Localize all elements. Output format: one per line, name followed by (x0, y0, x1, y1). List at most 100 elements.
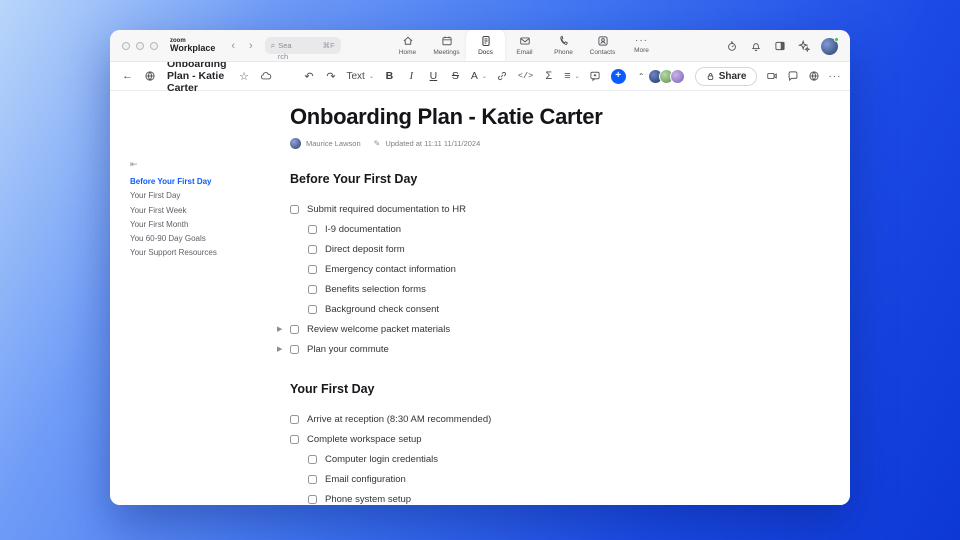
side-panel-icon[interactable] (773, 37, 786, 55)
checkbox[interactable] (290, 344, 299, 354)
checkbox[interactable] (308, 284, 317, 294)
checklist-item-label: Emergency contact information (325, 263, 456, 275)
outline-item[interactable]: Your First Week (130, 206, 280, 216)
more-options-icon[interactable]: ··· (828, 67, 841, 85)
checklist-item[interactable]: ▶ Plan your commute (277, 339, 770, 359)
doc-workspace-icon[interactable] (143, 67, 156, 85)
document-title: Onboarding Plan - Katie Carter (167, 58, 227, 94)
checkbox[interactable] (308, 454, 317, 464)
link-icon[interactable] (496, 67, 509, 85)
checkbox[interactable] (308, 244, 317, 254)
checklist-item[interactable]: Phone system setup (308, 489, 770, 505)
strikethrough-button[interactable]: S (449, 67, 462, 85)
collapse-toolbar-icon[interactable]: ⌃ (635, 67, 648, 85)
zoom-workplace-logo: zoom Workplace (170, 38, 216, 53)
tab-email[interactable]: Email (505, 30, 544, 61)
search-input[interactable]: ⌕ Sea ⌘F rch (264, 37, 341, 61)
cloud-sync-icon (260, 67, 273, 85)
checkbox[interactable] (290, 414, 299, 424)
checklist-item[interactable]: Submit required documentation to HR (290, 199, 770, 219)
ai-insert-button[interactable]: + (610, 68, 626, 84)
text-color-dropdown[interactable]: A ⌄ (471, 67, 487, 85)
expand-triangle-icon[interactable]: ▶ (277, 345, 282, 353)
checkbox[interactable] (290, 324, 299, 334)
publish-web-icon[interactable] (807, 67, 820, 85)
checkbox[interactable] (290, 434, 299, 444)
back-nav-button[interactable]: ‹ (231, 40, 235, 52)
collaborator-avatar[interactable] (669, 68, 685, 84)
window-controls[interactable] (122, 41, 158, 50)
outline-item[interactable]: Before Your First Day (130, 177, 280, 187)
back-to-docs-button[interactable]: ← (121, 67, 134, 85)
code-block-icon[interactable]: </> (518, 67, 533, 85)
checkbox[interactable] (308, 264, 317, 274)
checkbox[interactable] (308, 224, 317, 234)
checklist-item[interactable]: Email configuration (308, 469, 770, 489)
author-avatar (290, 138, 301, 149)
checklist-item[interactable]: Benefits selection forms (308, 279, 770, 299)
tab-phone[interactable]: Phone (544, 30, 583, 61)
outline-item[interactable]: Your First Month (130, 220, 280, 230)
more-icon: ··· (635, 34, 648, 46)
presence-status-dot (834, 36, 839, 42)
checklist-item[interactable]: Background check consent (308, 299, 770, 319)
history-icon[interactable] (725, 37, 738, 55)
search-icon: ⌕ (270, 40, 276, 50)
tab-more[interactable]: ··· More (622, 30, 661, 61)
alignment-dropdown[interactable]: ≡ ⌄ (564, 67, 579, 85)
tab-contacts[interactable]: Contacts (583, 30, 622, 61)
chat-icon[interactable] (786, 67, 799, 85)
checklist-item-label: Direct deposit form (325, 243, 405, 255)
outline-item[interactable]: You 60-90 Day Goals (130, 234, 280, 244)
tab-docs[interactable]: Docs (466, 30, 505, 61)
checkbox[interactable] (308, 304, 317, 314)
collaborator-avatars[interactable] (647, 68, 685, 84)
section-heading: Your First Day (290, 382, 375, 396)
checklist-item[interactable]: Complete workspace setup (290, 429, 770, 449)
checklist-item[interactable]: Arrive at reception (8:30 AM recommended… (290, 409, 770, 429)
video-call-icon[interactable] (765, 67, 778, 85)
section-heading: Before Your First Day (290, 172, 418, 186)
outline-item[interactable]: Your First Day (130, 191, 280, 201)
share-button[interactable]: Share (694, 66, 758, 86)
email-icon (519, 36, 530, 45)
checklist-item[interactable]: ▶ Review welcome packet materials (277, 319, 770, 339)
italic-button[interactable]: I (405, 67, 418, 85)
maximize-window-button[interactable] (150, 41, 158, 50)
checklist-item-label: Computer login credentials (325, 453, 439, 465)
search-placeholder: Sea (278, 41, 292, 50)
checklist-item[interactable]: Direct deposit form (308, 239, 770, 259)
checkbox[interactable] (290, 204, 299, 214)
docs-icon (481, 35, 490, 46)
tab-home[interactable]: Home (388, 30, 427, 61)
updated-timestamp: Updated at 11:11 11/11/2024 (385, 139, 481, 148)
checklist-item[interactable]: Emergency contact information (308, 259, 770, 279)
checklist-item-label: Email configuration (325, 473, 406, 485)
undo-button[interactable]: ↶ (303, 67, 316, 85)
bold-button[interactable]: B (383, 67, 396, 85)
ai-companion-icon[interactable] (797, 37, 810, 55)
add-comment-icon[interactable] (589, 67, 602, 85)
notifications-bell-icon[interactable] (749, 37, 762, 55)
checkbox[interactable] (308, 474, 317, 484)
search-shortcut: ⌘F (322, 41, 335, 50)
checklist-item[interactable]: I-9 documentation (308, 219, 770, 239)
main-nav-tabs: Home Meetings Docs Email Phone Contacts (388, 30, 661, 61)
star-favorite-icon[interactable]: ☆ (238, 67, 251, 85)
close-window-button[interactable] (122, 41, 130, 50)
text-style-dropdown[interactable]: Text ⌄ (347, 67, 374, 85)
expand-triangle-icon[interactable]: ▶ (277, 325, 282, 333)
checklist-item-label: Arrive at reception (8:30 AM recommended… (307, 413, 492, 425)
user-avatar[interactable] (821, 36, 839, 55)
outline-item[interactable]: Your Support Resources (130, 249, 280, 258)
tab-meetings[interactable]: Meetings (427, 30, 466, 61)
redo-button[interactable]: ↷ (325, 67, 338, 85)
checkbox[interactable] (308, 494, 317, 504)
checklist-item[interactable]: Computer login credentials (308, 449, 770, 469)
forward-nav-button[interactable]: › (249, 40, 253, 52)
formula-icon[interactable]: Σ (542, 67, 555, 85)
underline-button[interactable]: U (427, 67, 440, 85)
minimize-window-button[interactable] (136, 41, 144, 50)
home-icon (403, 36, 412, 45)
collapse-outline-icon[interactable]: ⇤ (130, 159, 280, 170)
